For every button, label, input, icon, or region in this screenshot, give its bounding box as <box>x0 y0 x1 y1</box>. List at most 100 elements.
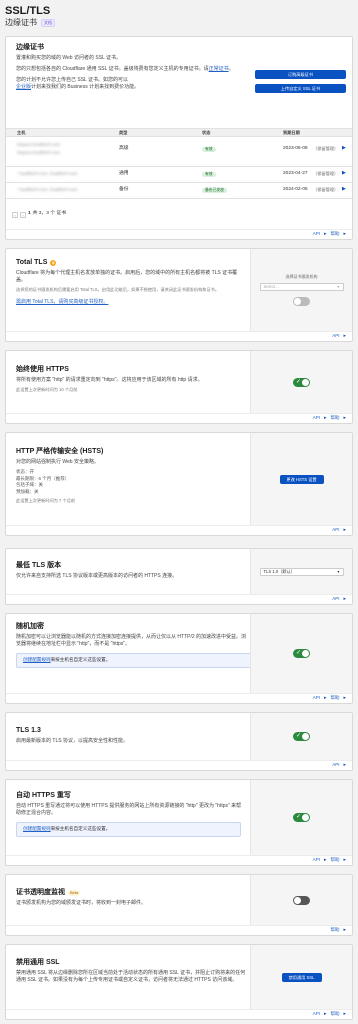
page-header: SSL/TLS 边缘证书 文档 <box>5 0 353 36</box>
edge-certificates-desc-2: 您的只想包括各自的 Cloudflare 通用 SSL 证书。盖级将费有您定义主… <box>16 66 234 73</box>
docs-badge[interactable]: 文档 <box>41 19 55 28</box>
hsts-card: HTTP 严格传输安全 (HSTS) 对您的网站强制执行 Web 安全策略。 状… <box>5 432 353 536</box>
chevron-right-icon: ▸ <box>343 415 346 422</box>
info-icon: $ <box>50 259 57 266</box>
total-tls-card: Total TLS $ Cloudflare 将为每个代理主机名发放单独的证书。启… <box>5 248 353 342</box>
api-link[interactable]: API <box>313 1011 320 1017</box>
auto-rewrite-desc: 自动 HTTPS 重写通过将可以使用 HTTPS 提供服务的网站上所有资源链接的… <box>16 803 242 817</box>
chevron-right-icon: ▸ <box>323 1011 327 1018</box>
opportunistic-encryption-toggle[interactable]: ✓ <box>293 649 310 658</box>
always-https-controls: ✓ <box>250 351 352 413</box>
enterprise-link[interactable]: 企业版 <box>16 84 31 90</box>
page: SSL/TLS 边缘证书 文档 边缘证书 置灌和购买您的域的 Web 访问者的 … <box>0 0 358 1024</box>
card-footer: API ▸ 帮助 ▸ <box>6 693 352 703</box>
status-badge: 备份已发放 <box>202 188 227 193</box>
card-footer: API ▸ 帮助 ▸ <box>6 413 352 423</box>
api-link[interactable]: API <box>313 695 320 701</box>
help-link[interactable]: 帮助 <box>330 927 339 933</box>
help-link[interactable]: 帮助 <box>330 231 339 237</box>
card-footer: API ▸ 帮助 ▸ <box>6 229 352 239</box>
help-link[interactable]: 帮助 <box>330 415 339 421</box>
chevron-right-icon: ▸ <box>343 527 346 534</box>
status-badge: 有效 <box>202 172 216 177</box>
prev-page-button[interactable]: ‹ <box>20 211 26 218</box>
edge-certificates-desc-1: 置灌和购买您的域的 Web 访问者的 SSL 证书。 <box>16 55 122 62</box>
edge-certificates-link[interactable]: 正常证书 <box>209 66 229 72</box>
chevron-right-icon: ▸ <box>343 762 346 769</box>
help-link[interactable]: 帮助 <box>330 695 339 701</box>
status-badge: 有效 <box>202 147 216 152</box>
create-config-rule-link[interactable]: 创建配置规则 <box>23 826 51 831</box>
order-advanced-cert-button[interactable]: 订购高级证书 <box>255 70 346 79</box>
chevron-right-icon: ▸ <box>343 695 346 702</box>
ct-monitoring-toggle[interactable] <box>293 895 310 905</box>
tls13-controls: ✓ <box>250 713 352 760</box>
chevron-down-icon: ▾ <box>337 283 340 289</box>
beta-badge: Beta <box>68 889 81 896</box>
always-https-card: 始终使用 HTTPS 将所有使用方案 "http" 的请求重定向到 "https… <box>5 350 353 424</box>
opportunistic-encryption-card: 随机加密 随机加密可以让浏览器能以随机的方式连接加密连接提供，从而让仅以从 HT… <box>5 613 353 704</box>
expand-row-icon[interactable]: ▶ <box>342 145 346 152</box>
cert-table-header: 主机 类型 状态 到期日期 <box>6 128 352 137</box>
disable-universal-ssl-button[interactable]: 禁用通用 SSL <box>281 972 322 982</box>
disable-universal-controls: 禁用通用 SSL <box>250 945 352 1009</box>
create-config-rule-link[interactable]: 创建配置规则 <box>23 657 51 662</box>
help-link[interactable]: 帮助 <box>330 857 339 863</box>
api-link[interactable]: API <box>332 527 339 533</box>
disable-universal-desc: 禁用通用 SSL 将从边缘删除您所在区域当前处于活动状态的所有通用 SSL 证书… <box>16 970 246 984</box>
min-tls-desc: 仅允许来自支持所选 TLS 协议版本或更高版本的访问者的 HTTPS 连接。 <box>16 573 178 580</box>
min-tls-controls: TLS 1.0（默认） ▾ <box>250 549 352 594</box>
col-type: 类型 <box>119 129 128 135</box>
chevron-right-icon: ▸ <box>343 927 346 934</box>
table-row[interactable]: *.healthKP.com, healthKP.com 备份 备份已发放 20… <box>6 183 352 199</box>
auto-https-rewrites-toggle[interactable]: ✓ <box>293 813 310 822</box>
chevron-right-icon: ▸ <box>343 857 346 864</box>
ca-select[interactable]: Select... ▾ <box>259 282 344 291</box>
upload-custom-cert-button[interactable]: 上传自定义 SSL 证书 <box>255 84 346 93</box>
expand-row-icon[interactable]: ▶ <box>342 170 346 177</box>
api-link[interactable]: API <box>332 596 339 602</box>
col-status: 状态 <box>202 129 211 135</box>
chevron-down-icon: ▾ <box>337 568 340 574</box>
card-footer: API ▸ <box>6 594 352 604</box>
edge-certificates-card: 边缘证书 置灌和购买您的域的 Web 访问者的 SSL 证书。 您的只想包括各自… <box>5 36 353 240</box>
api-link[interactable]: API <box>332 762 339 768</box>
api-link[interactable]: API <box>313 857 320 863</box>
tls13-toggle[interactable]: ✓ <box>293 732 310 741</box>
api-link[interactable]: API <box>313 415 320 421</box>
min-tls-card: 最低 TLS 版本 仅允许来自支持所选 TLS 协议版本或更高版本的访问者的 H… <box>5 548 353 605</box>
prev-page-icon[interactable]: ‹ <box>12 211 18 218</box>
hsts-desc: 对您的网站强制执行 Web 安全策略。 <box>16 459 99 466</box>
always-https-toggle[interactable]: ✓ <box>293 377 310 387</box>
total-tls-link[interactable]: 需启用 Total TLS，请购买高级证书授权。 <box>16 299 246 306</box>
random-controls: ✓ <box>250 614 352 693</box>
always-https-desc: 将所有使用方案 "http" 的请求重定向到 "https"。这将应用于该区域的… <box>16 377 203 384</box>
chevron-right-icon: ▸ <box>343 596 346 603</box>
config-rule-notice: 创建配置规则来按主机名自定义这些设置。 <box>16 822 241 837</box>
page-subtitle: 边缘证书 <box>5 18 37 27</box>
edge-certificates-title: 边缘证书 <box>16 44 44 51</box>
table-row[interactable]: hispeer.healthKP.com hispeer.healthKP.co… <box>6 137 352 167</box>
ct-monitor-desc: 证书颁发机构为您的域颁发证书时，将收到一封电子邮件。 <box>16 900 147 907</box>
chevron-right-icon: ▸ <box>323 231 327 238</box>
chevron-right-icon: ▸ <box>323 695 327 702</box>
chevron-right-icon: ▸ <box>343 1011 346 1018</box>
col-expiry: 到期日期 <box>283 129 300 135</box>
total-tls-toggle[interactable] <box>293 296 310 306</box>
ct-monitor-title: 证书透明度监视 <box>16 889 65 896</box>
api-link[interactable]: API <box>332 333 339 339</box>
expand-row-icon[interactable]: ▶ <box>342 186 346 193</box>
card-footer: 帮助 ▸ <box>6 925 352 935</box>
total-tls-controls: 选择证书颁发机构 Select... ▾ <box>250 249 352 331</box>
chevron-right-icon: ▸ <box>343 231 346 238</box>
table-row[interactable]: *.healthKP.com, healthKP.com 通用 有效 2023-… <box>6 167 352 183</box>
change-hsts-button[interactable]: 更改 HSTS 设置 <box>279 474 324 484</box>
hsts-controls: 更改 HSTS 设置 <box>250 433 352 525</box>
edge-certificates-desc-3: 您的计划不允许您上传自己 SSL 证书。如您的可以 企业版计划来找我们的 Busi… <box>16 77 140 91</box>
min-tls-select[interactable]: TLS 1.0（默认） ▾ <box>259 567 344 576</box>
pagination: ‹ ‹ 1 共 3，3 个 证书 <box>12 210 66 219</box>
api-link[interactable]: API <box>313 231 320 237</box>
disable-universal-ssl-card: 禁用通用 SSL 禁用通用 SSL 将从边缘删除您所在区域当前处于活动状态的所有… <box>5 944 353 1020</box>
chevron-right-icon: ▸ <box>323 857 327 864</box>
help-link[interactable]: 帮助 <box>330 1011 339 1017</box>
